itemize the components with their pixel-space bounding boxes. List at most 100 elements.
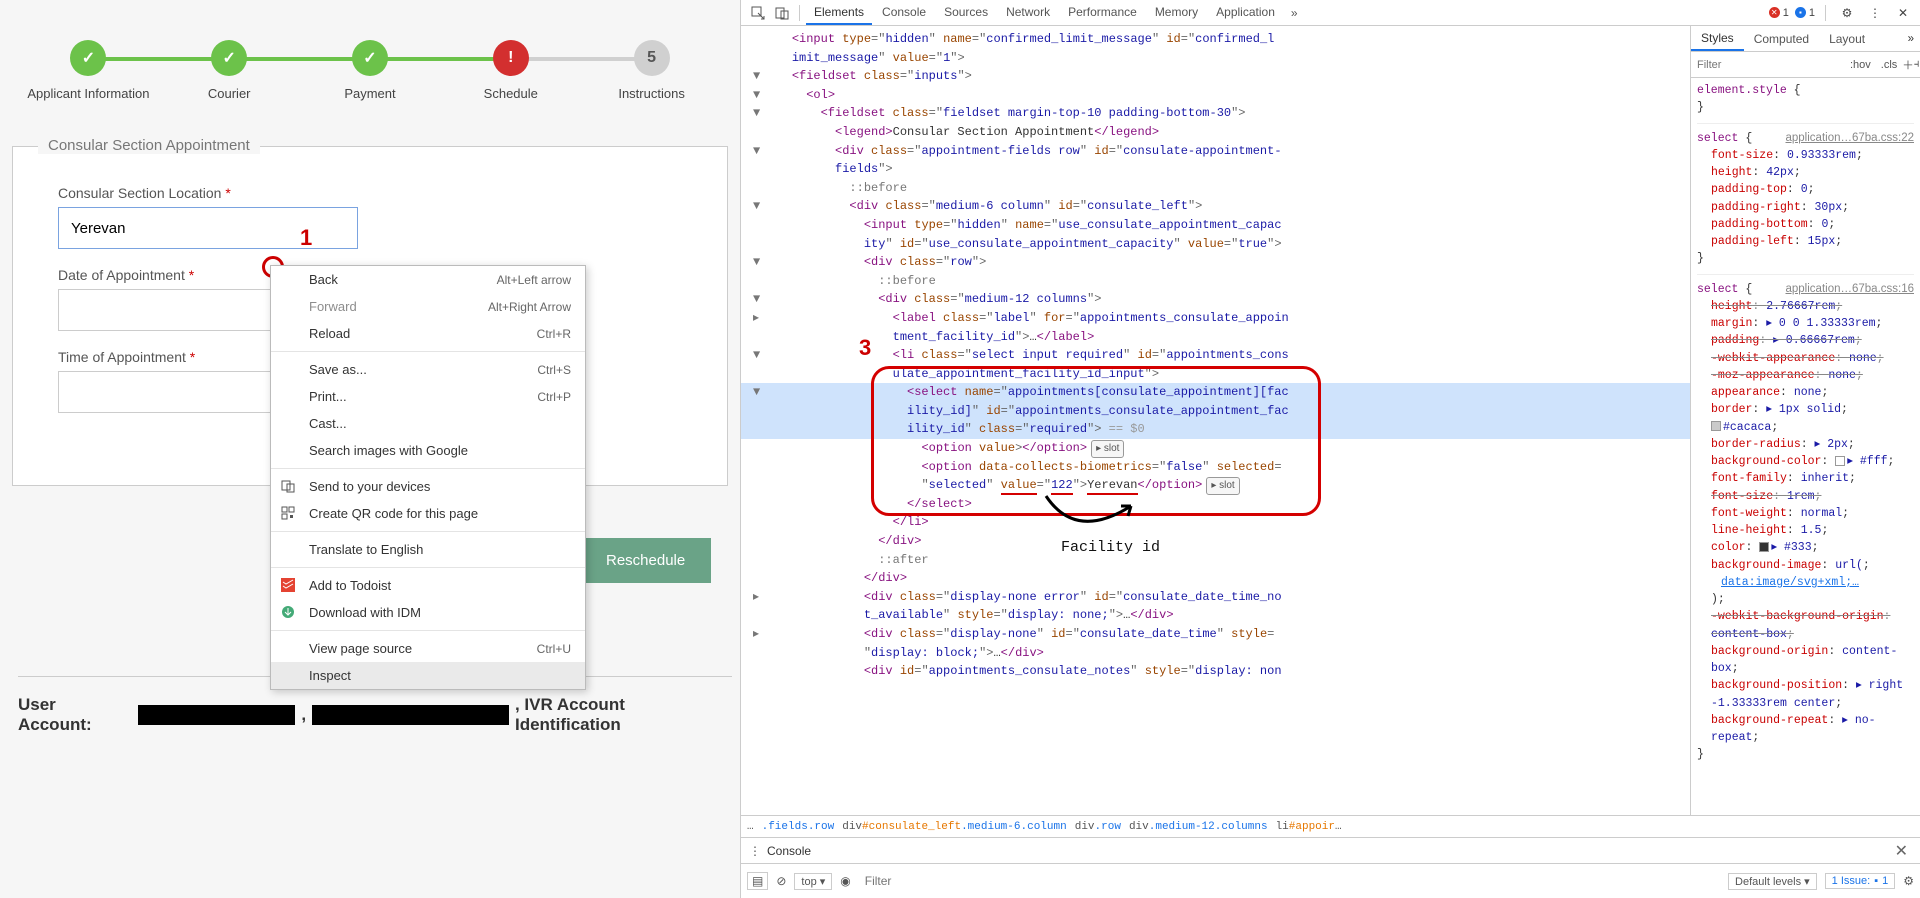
dom-node[interactable]: ▸ <div class="display-none" id="consulat… — [741, 625, 1690, 644]
error-badge[interactable]: ✕1 — [1769, 7, 1789, 19]
dom-node[interactable]: </div> — [741, 569, 1690, 588]
devtools-tab-application[interactable]: Application — [1208, 1, 1283, 25]
step-courier[interactable]: ✓Courier — [159, 40, 300, 101]
breadcrumb-item[interactable]: .fields.row — [762, 821, 835, 833]
dom-node[interactable]: t_available" style="display: none;">…</d… — [741, 606, 1690, 625]
devtools-tab-performance[interactable]: Performance — [1060, 1, 1145, 25]
annotation-3: 3 — [859, 331, 871, 365]
step-instructions[interactable]: 5Instructions — [581, 40, 722, 101]
kebab-menu-icon[interactable]: ⋮ — [1864, 2, 1886, 24]
hov-toggle[interactable]: :hov — [1845, 57, 1876, 73]
dom-node[interactable]: ▼ <fieldset class="inputs"> — [741, 67, 1690, 86]
dom-node[interactable]: ▼ <ol> — [741, 86, 1690, 105]
dom-node[interactable]: fields"> — [741, 160, 1690, 179]
dom-node[interactable]: </div> — [741, 532, 1690, 551]
step-schedule[interactable]: !Schedule — [440, 40, 581, 101]
dom-node[interactable]: ity" id="use_consulate_appointment_capac… — [741, 235, 1690, 254]
devtools-toolbar: ElementsConsoleSourcesNetworkPerformance… — [741, 0, 1920, 26]
ctx-item-search-images-with-google[interactable]: Search images with Google — [271, 437, 585, 464]
dom-node[interactable]: ▼ <div class="row"> — [741, 253, 1690, 272]
breadcrumb-item[interactable]: li#appoir… — [1276, 821, 1342, 833]
ctx-item-cast-[interactable]: Cast... — [271, 410, 585, 437]
location-select[interactable] — [58, 207, 358, 249]
progress-stepper: ✓Applicant Information✓Courier✓Payment!S… — [8, 10, 732, 111]
devtools-tab-elements[interactable]: Elements — [806, 1, 872, 25]
ctx-item-reload[interactable]: ReloadCtrl+R — [271, 320, 585, 347]
styles-tab-layout[interactable]: Layout — [1819, 28, 1875, 50]
more-style-tabs-icon[interactable]: » — [1902, 33, 1920, 45]
inspect-element-icon[interactable] — [747, 2, 769, 24]
drawer-menu-icon[interactable]: ⋮ — [749, 844, 761, 858]
dom-node[interactable]: <input type="hidden" name="confirmed_lim… — [741, 30, 1690, 49]
dom-node[interactable]: </li> — [741, 513, 1690, 532]
styles-tab-computed[interactable]: Computed — [1744, 28, 1819, 50]
ctx-item-create-qr-code-for-this-page[interactable]: Create QR code for this page — [271, 500, 585, 527]
ctx-item-print-[interactable]: Print...Ctrl+P — [271, 383, 585, 410]
close-devtools-icon[interactable]: ✕ — [1892, 2, 1914, 24]
close-drawer-icon[interactable]: ✕ — [1891, 841, 1912, 861]
dom-node[interactable]: ▼ <fieldset class="fieldset margin-top-1… — [741, 104, 1690, 123]
styles-rules[interactable]: element.style {}selectapplication…67ba.c… — [1691, 78, 1920, 815]
styles-filter-input[interactable] — [1691, 56, 1845, 74]
clear-console-icon[interactable]: ⊘ — [776, 874, 786, 888]
ctx-item-send-to-your-devices[interactable]: Send to your devices — [271, 473, 585, 500]
devtools-tab-console[interactable]: Console — [874, 1, 934, 25]
console-settings-icon[interactable]: ⚙ — [1903, 874, 1914, 888]
console-tab[interactable]: Console — [767, 844, 811, 858]
annotation-facility-label: Facility id — [1061, 536, 1160, 559]
dom-node[interactable]: ▸ <label class="label" for="appointments… — [741, 309, 1690, 328]
issues-badge[interactable]: 1 Issue: ▪1 — [1825, 873, 1896, 889]
context-selector[interactable]: top ▾ — [794, 873, 832, 890]
dom-node[interactable]: ▼ <div class="medium-12 columns"> — [741, 290, 1690, 309]
console-filter-input[interactable] — [859, 871, 1720, 891]
dom-node[interactable]: ::before — [741, 179, 1690, 198]
dom-breadcrumb[interactable]: … .fields.row div#consulate_left.medium-6.… — [741, 815, 1920, 837]
devtools-tab-sources[interactable]: Sources — [936, 1, 996, 25]
ctx-item-view-page-source[interactable]: View page sourceCtrl+U — [271, 635, 585, 662]
step-payment[interactable]: ✓Payment — [300, 40, 441, 101]
ctx-item-translate-to-english[interactable]: Translate to English — [271, 536, 585, 563]
breadcrumb-item[interactable]: … — [747, 821, 754, 833]
styles-tab-styles[interactable]: Styles — [1691, 27, 1744, 51]
new-rule-icon[interactable]: ＋ — [1902, 57, 1914, 73]
sidebar-toggle-icon[interactable]: ▤ — [747, 872, 768, 890]
dom-node[interactable]: ::after — [741, 551, 1690, 570]
ctx-item-download-with-idm[interactable]: Download with IDM — [271, 599, 585, 626]
annotation-1: 1 — [300, 225, 312, 251]
dom-node[interactable]: "display: block;">…</div> — [741, 644, 1690, 663]
dom-node[interactable]: ▸ <div class="display-none error" id="co… — [741, 588, 1690, 607]
ctx-item-add-to-todoist[interactable]: Add to Todoist — [271, 572, 585, 599]
device-toggle-icon[interactable] — [771, 2, 793, 24]
live-expr-icon[interactable]: ◉ — [840, 874, 850, 888]
step-applicant-information[interactable]: ✓Applicant Information — [18, 40, 159, 101]
dom-node[interactable]: <div id="appointments_consulate_notes" s… — [741, 662, 1690, 681]
dom-node[interactable]: ::before — [741, 272, 1690, 291]
breadcrumb-item[interactable]: div.medium-12.columns — [1129, 821, 1268, 833]
dom-node[interactable]: ▼ <div class="medium-6 column" id="consu… — [741, 197, 1690, 216]
more-tabs-icon[interactable]: » — [1285, 6, 1304, 20]
reschedule-button[interactable]: Reschedule — [580, 538, 711, 583]
ctx-item-inspect[interactable]: Inspect — [271, 662, 585, 689]
ctx-item-save-as-[interactable]: Save as...Ctrl+S — [271, 356, 585, 383]
dom-node[interactable]: ▼ <li class="select input required" id="… — [741, 346, 1690, 365]
breadcrumb-item[interactable]: div#consulate_left.medium-6.column — [842, 821, 1066, 833]
ctx-item-back[interactable]: BackAlt+Left arrow — [271, 266, 585, 293]
elements-tree[interactable]: <input type="hidden" name="confirmed_lim… — [741, 26, 1690, 815]
step-label: Courier — [208, 86, 251, 101]
dom-node[interactable]: imit_message" value="1"> — [741, 49, 1690, 68]
step-label: Applicant Information — [27, 86, 149, 101]
devtools-tab-network[interactable]: Network — [998, 1, 1058, 25]
step-label: Schedule — [484, 86, 538, 101]
cls-toggle[interactable]: .cls — [1876, 57, 1903, 73]
message-badge[interactable]: ▪1 — [1795, 7, 1815, 19]
devtools: ElementsConsoleSourcesNetworkPerformance… — [740, 0, 1920, 898]
dom-node[interactable]: <input type="hidden" name="use_consulate… — [741, 216, 1690, 235]
settings-icon[interactable]: ⚙ — [1836, 2, 1858, 24]
dom-node[interactable]: <legend>Consular Section Appointment</le… — [741, 123, 1690, 142]
log-levels-selector[interactable]: Default levels ▾ — [1728, 873, 1817, 890]
devtools-tab-memory[interactable]: Memory — [1147, 1, 1206, 25]
dom-node[interactable]: tment_facility_id">…</label> — [741, 328, 1690, 347]
ctx-item-forward: ForwardAlt+Right Arrow — [271, 293, 585, 320]
dom-node[interactable]: ▼ <div class="appointment-fields row" id… — [741, 142, 1690, 161]
breadcrumb-item[interactable]: div.row — [1075, 821, 1121, 833]
